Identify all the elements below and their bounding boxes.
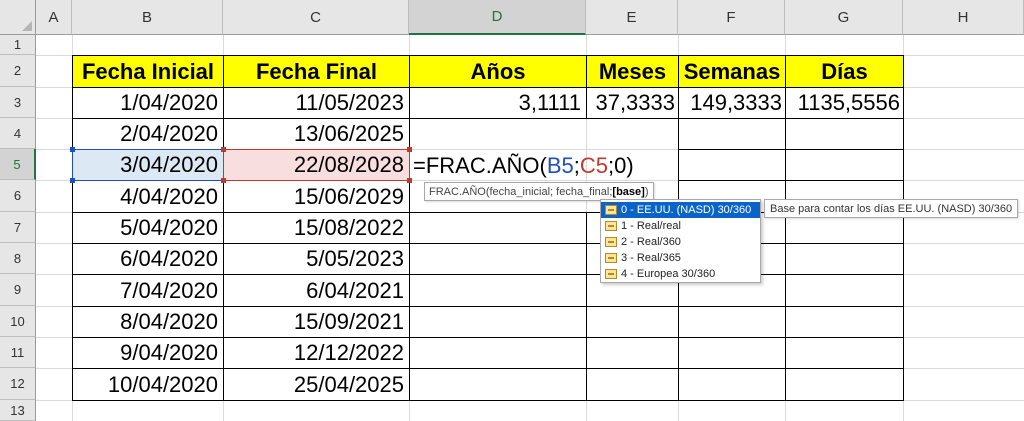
header-fecha-inicial[interactable]: Fecha Inicial bbox=[72, 55, 224, 88]
column-header-g[interactable]: G bbox=[785, 0, 903, 35]
cell-b10[interactable]: 8/04/2020 bbox=[73, 307, 223, 337]
table-border bbox=[409, 212, 600, 213]
dropdown-item-3[interactable]: 3 - Real/365 bbox=[601, 250, 760, 266]
cell-c10[interactable]: 15/09/2021 bbox=[224, 307, 409, 337]
constant-icon bbox=[605, 253, 617, 263]
cell-b11[interactable]: 9/04/2020 bbox=[73, 338, 223, 368]
constant-icon bbox=[605, 221, 617, 231]
table-border bbox=[678, 180, 904, 181]
dropdown-item-4[interactable]: 4 - Europea 30/360 bbox=[601, 266, 760, 282]
dropdown-item-label: 1 - Real/real bbox=[621, 220, 681, 232]
row-header-3[interactable]: 3 bbox=[0, 87, 36, 118]
cell-c6[interactable]: 15/06/2029 bbox=[224, 181, 409, 212]
row-header-11[interactable]: 11 bbox=[0, 337, 36, 368]
cell-b9[interactable]: 7/04/2020 bbox=[73, 275, 223, 306]
dropdown-item-label: 4 - Europea 30/360 bbox=[621, 268, 716, 280]
table-border bbox=[761, 274, 904, 275]
table-border bbox=[678, 149, 904, 150]
table-border bbox=[785, 87, 786, 401]
constant-icon bbox=[605, 205, 617, 215]
table-border bbox=[72, 400, 904, 401]
range-handle[interactable] bbox=[221, 178, 226, 183]
cell-b12[interactable]: 10/04/2020 bbox=[73, 369, 223, 400]
header-anos[interactable]: Años bbox=[409, 55, 587, 88]
row-header-10[interactable]: 10 bbox=[0, 306, 36, 337]
cell-c11[interactable]: 12/12/2022 bbox=[224, 338, 409, 368]
column-header-e[interactable]: E bbox=[586, 0, 678, 35]
cell-b6[interactable]: 4/04/2020 bbox=[73, 181, 223, 212]
cell-c3[interactable]: 11/05/2023 bbox=[224, 88, 409, 118]
dropdown-item-label: 2 - Real/360 bbox=[621, 236, 681, 248]
cell-c7[interactable]: 15/08/2022 bbox=[224, 213, 409, 243]
table-border bbox=[409, 243, 600, 244]
dropdown-item-1[interactable]: 1 - Real/real bbox=[601, 218, 760, 234]
table-border bbox=[761, 243, 904, 244]
column-header-d[interactable]: D bbox=[409, 0, 586, 35]
table-border bbox=[903, 87, 904, 401]
column-header-c[interactable]: C bbox=[223, 0, 409, 35]
formula-tail: 0) bbox=[614, 153, 634, 178]
cell-c8[interactable]: 5/05/2023 bbox=[224, 244, 409, 274]
range-border-c5 bbox=[223, 149, 410, 181]
dropdown-item-label: 3 - Real/365 bbox=[621, 252, 681, 264]
tooltip-current-arg[interactable]: [base] bbox=[612, 186, 644, 198]
table-border bbox=[409, 87, 410, 401]
dropdown-item-0[interactable]: 0 - EE.UU. (NASD) 30/360 bbox=[601, 202, 760, 218]
table-border bbox=[409, 274, 600, 275]
range-handle[interactable] bbox=[221, 147, 226, 152]
header-fecha-final[interactable]: Fecha Final bbox=[223, 55, 410, 88]
tooltip-text: ) bbox=[644, 185, 649, 198]
tooltip-text: FRAC.AÑO(fecha_inicial; fecha_final; bbox=[429, 185, 613, 198]
row-header-7[interactable]: 7 bbox=[0, 212, 36, 243]
base-description-tooltip: Base para contar los días EE.UU. (NASD) … bbox=[764, 199, 1019, 218]
range-handle[interactable] bbox=[70, 178, 75, 183]
formula-function: =FRAC.AÑO( bbox=[413, 153, 547, 178]
column-header-a[interactable]: A bbox=[36, 0, 72, 35]
cell-b3[interactable]: 1/04/2020 bbox=[73, 88, 223, 118]
cell-b7[interactable]: 5/04/2020 bbox=[73, 213, 223, 243]
row-header-1[interactable]: 1 bbox=[0, 35, 36, 55]
header-dias[interactable]: Días bbox=[785, 55, 904, 88]
row-header-9[interactable]: 9 bbox=[0, 274, 36, 306]
header-semanas[interactable]: Semanas bbox=[678, 55, 786, 88]
table-border bbox=[409, 118, 904, 119]
header-meses[interactable]: Meses bbox=[586, 55, 679, 88]
base-autocomplete-dropdown: 0 - EE.UU. (NASD) 30/360 1 - Real/real 2… bbox=[600, 199, 761, 283]
row-header-13[interactable]: 13 bbox=[0, 400, 36, 421]
select-all-corner[interactable] bbox=[0, 0, 36, 35]
cell-c4[interactable]: 13/06/2025 bbox=[224, 119, 409, 149]
formula-ref-b5: B5 bbox=[546, 153, 574, 178]
formula-ref-c5: C5 bbox=[579, 153, 609, 178]
cell-b8[interactable]: 6/04/2020 bbox=[73, 244, 223, 274]
row-header-8[interactable]: 8 bbox=[0, 243, 36, 274]
row-header-5[interactable]: 5 bbox=[0, 149, 36, 180]
cell-g3[interactable]: 1135,5556 bbox=[786, 88, 903, 118]
row-header-4[interactable]: 4 bbox=[0, 118, 36, 149]
dropdown-item-label: 0 - EE.UU. (NASD) 30/360 bbox=[621, 204, 752, 216]
row-header-6[interactable]: 6 bbox=[0, 180, 36, 212]
cell-d5-editor[interactable]: =FRAC.AÑO( B5 ; C5 ; 0) bbox=[413, 152, 634, 180]
dropdown-item-2[interactable]: 2 - Real/360 bbox=[601, 234, 760, 250]
cell-c9[interactable]: 6/04/2021 bbox=[224, 275, 409, 306]
row-header-2[interactable]: 2 bbox=[0, 55, 36, 87]
table-border bbox=[409, 337, 904, 338]
column-header-h[interactable]: H bbox=[903, 0, 1024, 35]
range-border-b5 bbox=[72, 149, 224, 181]
spreadsheet: A B C D E F G H 1 2 3 4 5 6 7 8 9 10 11 … bbox=[0, 0, 1024, 421]
range-handle[interactable] bbox=[70, 147, 75, 152]
cell-e3[interactable]: 37,3333 bbox=[587, 88, 678, 118]
cell-f3[interactable]: 149,3333 bbox=[679, 88, 785, 118]
range-handle[interactable] bbox=[407, 147, 412, 152]
table-border bbox=[409, 306, 904, 307]
cell-b4[interactable]: 2/04/2020 bbox=[73, 119, 223, 149]
row-header-12[interactable]: 12 bbox=[0, 368, 36, 400]
range-handle[interactable] bbox=[407, 178, 412, 183]
column-header-b[interactable]: B bbox=[72, 0, 223, 35]
constant-icon bbox=[605, 237, 617, 247]
cell-d3[interactable]: 3,1111 bbox=[410, 88, 586, 118]
constant-icon bbox=[605, 269, 617, 279]
cell-c12[interactable]: 25/04/2025 bbox=[224, 369, 409, 400]
column-header-f[interactable]: F bbox=[678, 0, 785, 35]
table-border bbox=[409, 368, 904, 369]
